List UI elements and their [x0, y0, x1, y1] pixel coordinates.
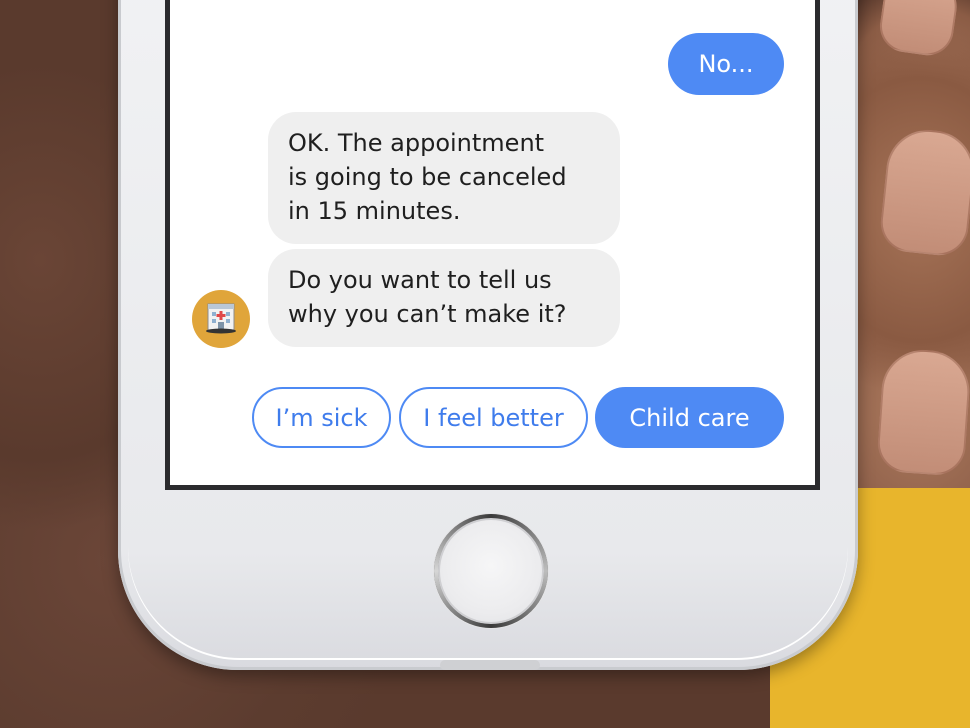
charging-port	[440, 660, 540, 670]
fingers	[858, 0, 970, 520]
phone-screen: No... OK. The appointment is going to be…	[165, 0, 820, 490]
hospital-icon	[204, 300, 238, 338]
incoming-message-bubble: Do you want to tell us why you can’t mak…	[268, 249, 620, 347]
outgoing-message-bubble: No...	[668, 33, 784, 95]
bot-avatar	[192, 290, 250, 348]
home-button[interactable]	[434, 514, 548, 628]
quick-reply-child-care[interactable]: Child care	[595, 387, 784, 448]
quick-reply-im-sick[interactable]: I’m sick	[252, 387, 391, 448]
incoming-message-bubble: OK. The appointment is going to be cance…	[268, 112, 620, 244]
quick-reply-i-feel-better[interactable]: I feel better	[399, 387, 588, 448]
